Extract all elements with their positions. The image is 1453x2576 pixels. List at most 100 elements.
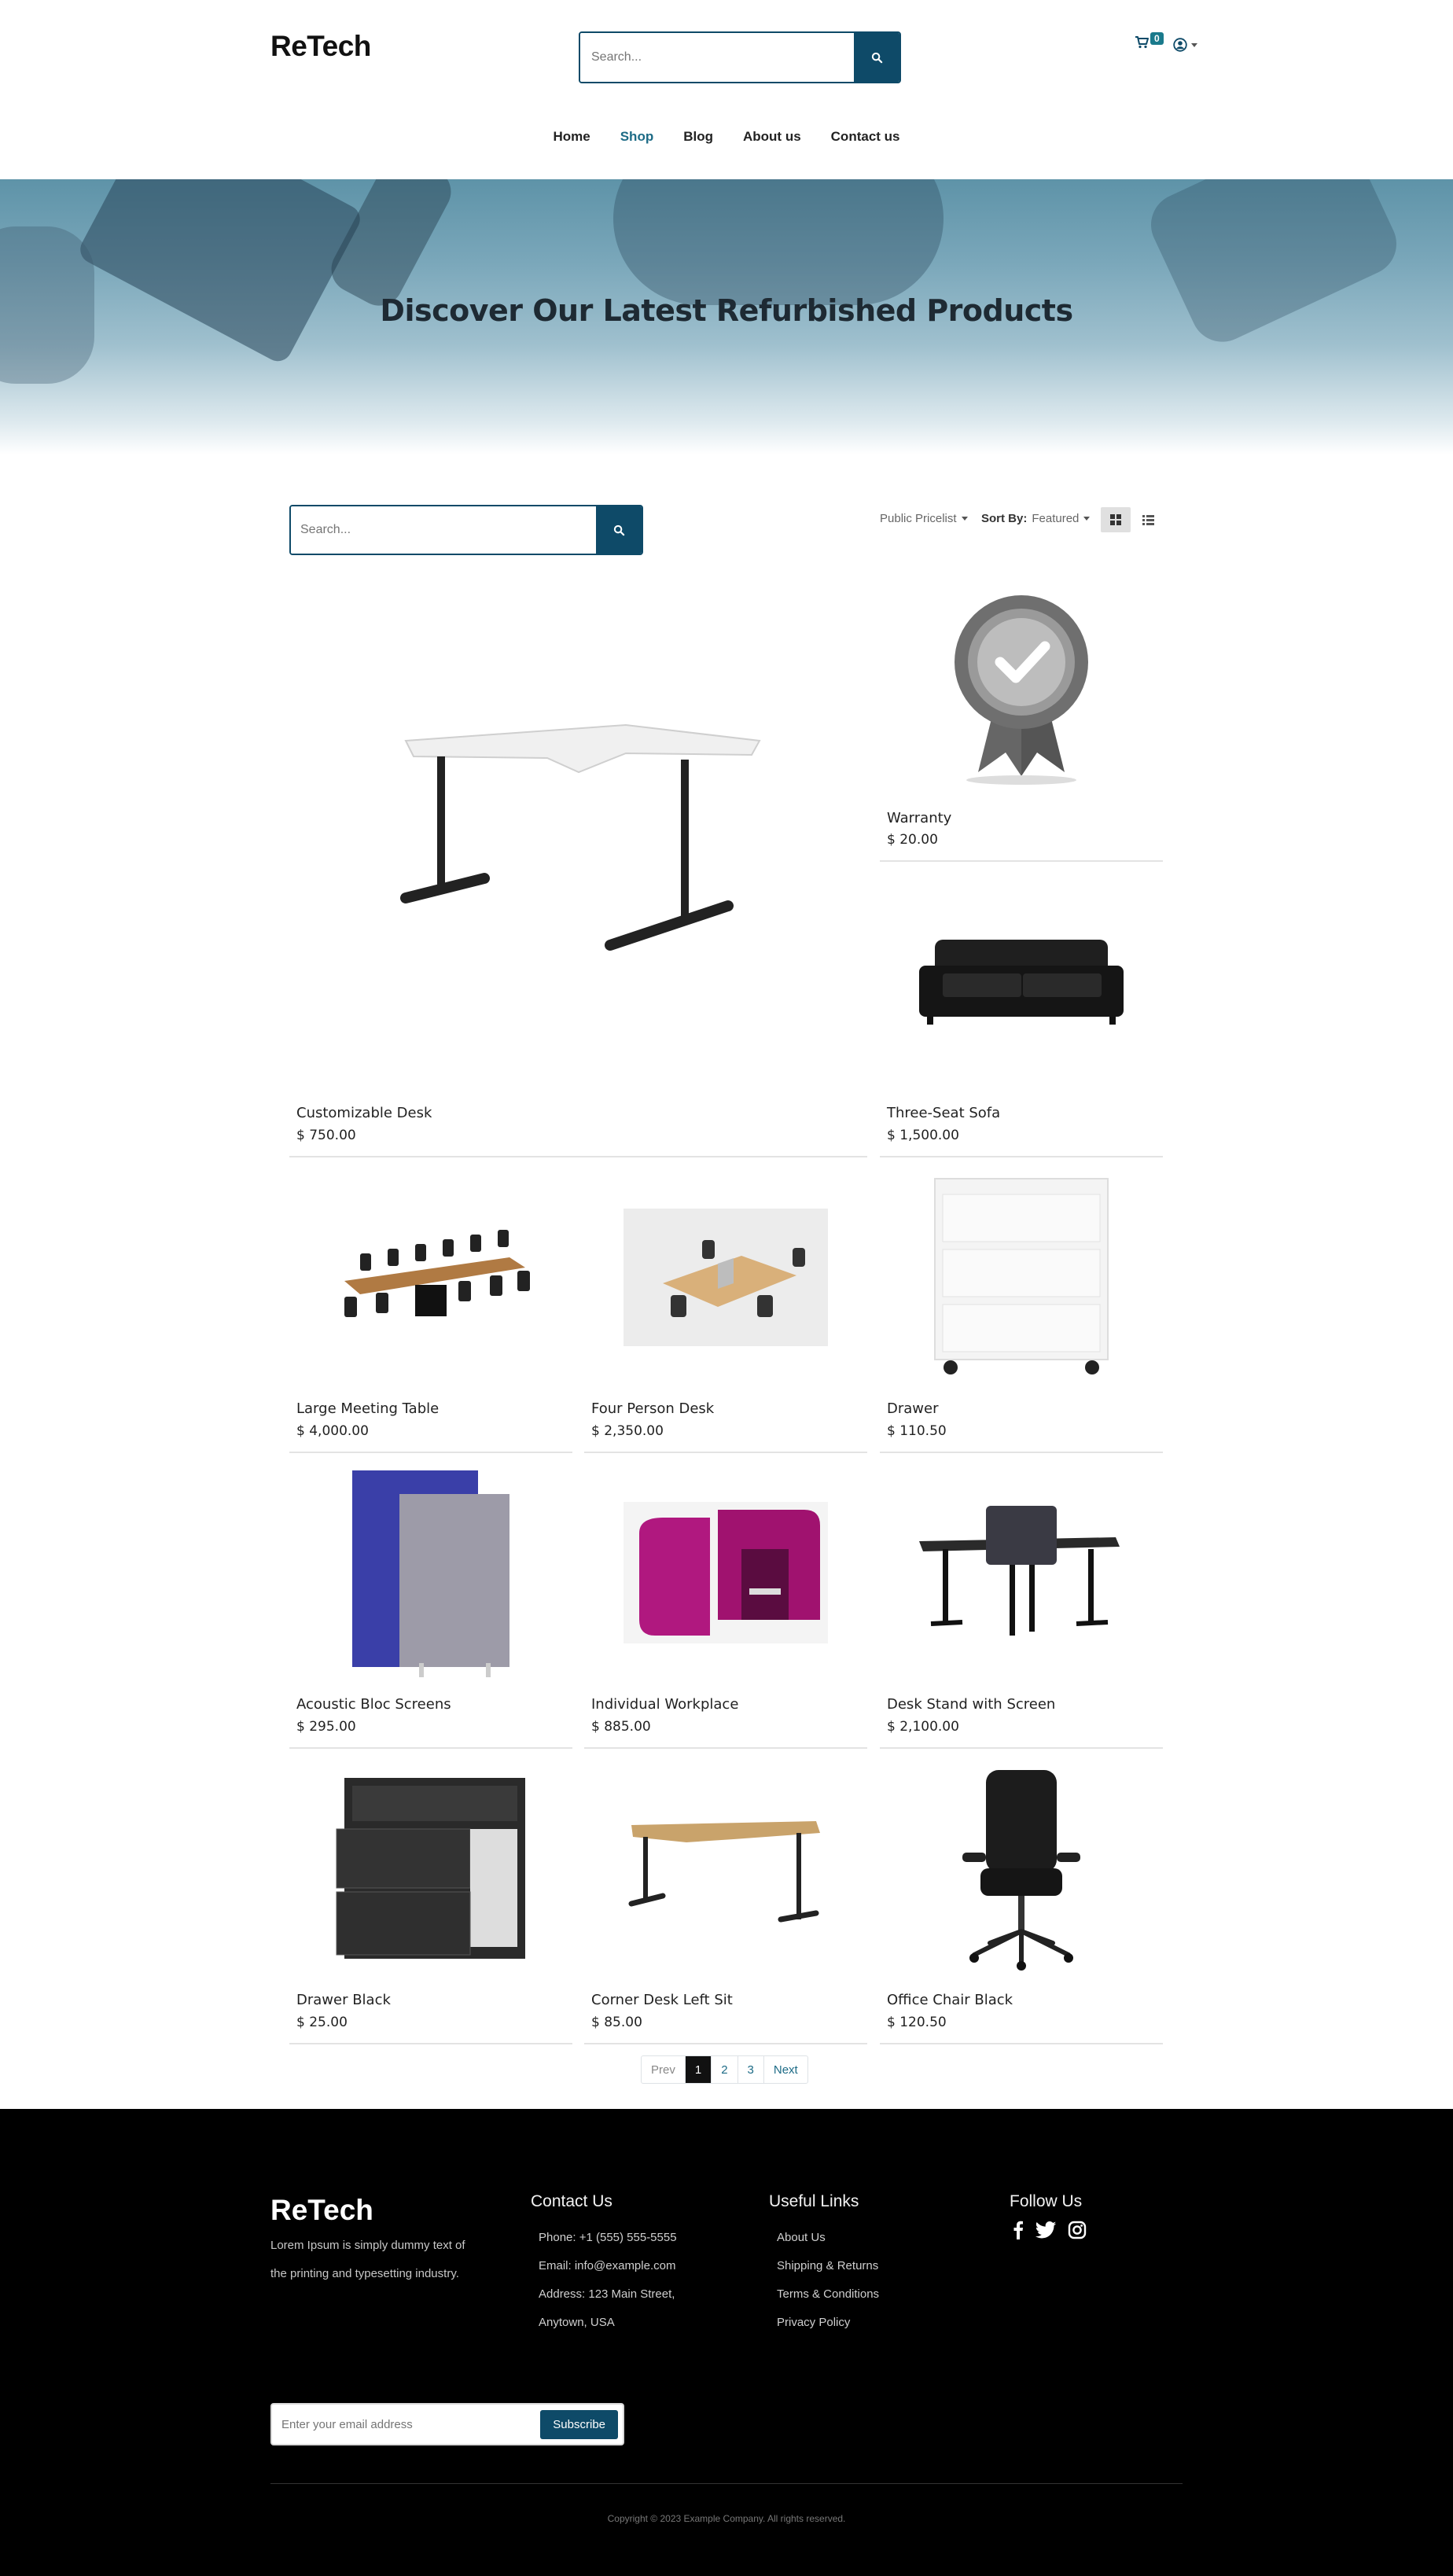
footer-link-about-us[interactable]: About Us: [777, 2224, 879, 2252]
products-search-input[interactable]: [291, 506, 596, 554]
footer-address-line-2: Anytown, USA: [539, 2316, 615, 2329]
top-header: ReTech 0: [0, 0, 1453, 94]
product-name[interactable]: Customizable Desk: [296, 1105, 432, 1121]
pager-page-3[interactable]: 3: [738, 2056, 764, 2083]
cart-button[interactable]: 0: [1135, 32, 1164, 49]
product-price: $ 885.00: [591, 1719, 651, 1735]
footer-about-text: Lorem Ipsum is simply dummy text of the …: [270, 2239, 465, 2280]
pager-page-2[interactable]: 2: [712, 2056, 738, 2083]
footer-follow-heading: Follow Us: [1010, 2192, 1083, 2210]
product-name[interactable]: Warranty: [887, 810, 951, 826]
office-chair-image: [880, 1758, 1163, 1978]
shopping-cart-icon: [1135, 36, 1149, 49]
instagram-icon[interactable]: [1068, 2221, 1087, 2239]
product-name[interactable]: Corner Desk Left Sit: [591, 1992, 733, 2008]
search-icon: [871, 52, 882, 63]
product-card-drawer-black[interactable]: Drawer Black $ 25.00: [289, 1758, 572, 2044]
product-card-customizable-desk[interactable]: Customizable Desk $ 750.00: [289, 576, 867, 1157]
pricelist-dropdown[interactable]: Public Pricelist: [880, 512, 968, 525]
list-icon: [1142, 514, 1154, 525]
grid-view-toggle[interactable]: [1101, 507, 1131, 532]
product-price: $ 4,000.00: [296, 1423, 369, 1439]
pagination: Prev 1 2 3 Next: [641, 2055, 808, 2084]
hero-title: Discover Our Latest Refurbished Products: [380, 293, 1073, 328]
footer-logo[interactable]: ReTech: [270, 2194, 373, 2227]
product-name[interactable]: Three-Seat Sofa: [887, 1105, 1000, 1121]
footer-link-terms-conditions[interactable]: Terms & Conditions: [777, 2280, 879, 2309]
nav-home[interactable]: Home: [553, 129, 590, 145]
newsletter-email-input[interactable]: [281, 2417, 541, 2431]
desk-stand-image: [880, 1463, 1163, 1683]
footer-contact-list: Phone: +1 (555) 555-5555 Email: info@exa…: [539, 2224, 677, 2337]
hero-decor-card: [75, 179, 366, 366]
footer-link-privacy-policy[interactable]: Privacy Policy: [777, 2309, 879, 2337]
sort-value: Featured: [1032, 512, 1080, 525]
product-name[interactable]: Four Person Desk: [591, 1400, 714, 1417]
pager-page-1[interactable]: 1: [685, 2056, 712, 2083]
product-name[interactable]: Individual Workplace: [591, 1696, 738, 1713]
header-search-input[interactable]: [580, 33, 854, 82]
products-search-form: [289, 505, 643, 555]
individual-workplace-image: [584, 1463, 867, 1683]
desk-image: [289, 576, 867, 1095]
product-name[interactable]: Drawer: [887, 1400, 939, 1417]
footer-phone: Phone: +1 (555) 555-5555: [539, 2231, 677, 2244]
product-card-warranty[interactable]: Warranty $ 20.00: [880, 576, 1163, 862]
sort-dropdown[interactable]: Sort By: Featured: [981, 512, 1091, 525]
product-name[interactable]: Acoustic Bloc Screens: [296, 1696, 451, 1713]
header-search-button[interactable]: [854, 33, 899, 82]
product-name[interactable]: Office Chair Black: [887, 1992, 1013, 2008]
brand-logo[interactable]: ReTech: [270, 30, 371, 63]
product-card-acoustic-bloc-screens[interactable]: Acoustic Bloc Screens $ 295.00: [289, 1463, 572, 1749]
product-card-large-meeting-table[interactable]: Large Meeting Table $ 4,000.00: [289, 1167, 572, 1453]
nav-contact-us[interactable]: Contact us: [831, 129, 900, 145]
list-view-toggle[interactable]: [1134, 507, 1162, 532]
product-price: $ 120.50: [887, 2015, 947, 2030]
product-price: $ 750.00: [296, 1128, 356, 1143]
footer-link-shipping-returns[interactable]: Shipping & Returns: [777, 2252, 879, 2280]
drawer-image: [880, 1167, 1163, 1387]
product-name[interactable]: Large Meeting Table: [296, 1400, 439, 1417]
corner-desk-image: [584, 1758, 867, 1978]
sort-label: Sort By:: [981, 512, 1028, 525]
warranty-badge-image: [880, 576, 1163, 796]
social-links: [1013, 2221, 1087, 2239]
acoustic-screens-image: [289, 1463, 572, 1683]
product-price: $ 2,100.00: [887, 1719, 959, 1735]
product-price: $ 1,500.00: [887, 1128, 959, 1143]
product-card-desk-stand-with-screen[interactable]: Desk Stand with Screen $ 2,100.00: [880, 1463, 1163, 1749]
product-name[interactable]: Drawer Black: [296, 1992, 391, 2008]
twitter-icon[interactable]: [1035, 2221, 1057, 2239]
subscribe-button[interactable]: Subscribe: [540, 2409, 618, 2439]
cart-count-badge: 0: [1150, 32, 1164, 45]
footer-divider: [270, 2483, 1183, 2484]
hero-banner: Discover Our Latest Refurbished Products: [0, 179, 1453, 454]
pager-next[interactable]: Next: [764, 2056, 807, 2083]
footer-links-list: About Us Shipping & Returns Terms & Cond…: [777, 2224, 879, 2337]
hero-decor-headphones: [613, 179, 944, 305]
product-card-drawer[interactable]: Drawer $ 110.50: [880, 1167, 1163, 1453]
pager-prev[interactable]: Prev: [642, 2056, 686, 2083]
sofa-image: [880, 871, 1163, 1091]
drawer-black-image: [289, 1758, 572, 1978]
search-icon: [613, 524, 624, 535]
product-card-four-person-desk[interactable]: Four Person Desk $ 2,350.00: [584, 1167, 867, 1453]
site-footer: ReTech Lorem Ipsum is simply dummy text …: [0, 2109, 1453, 2576]
nav-shop[interactable]: Shop: [620, 129, 654, 145]
facebook-icon[interactable]: [1013, 2221, 1024, 2239]
product-card-three-seat-sofa[interactable]: Three-Seat Sofa $ 1,500.00: [880, 871, 1163, 1157]
chevron-down-icon: [1083, 517, 1091, 521]
product-card-office-chair-black[interactable]: Office Chair Black $ 120.50: [880, 1758, 1163, 2044]
product-card-corner-desk-left-sit[interactable]: Corner Desk Left Sit $ 85.00: [584, 1758, 867, 2044]
footer-contact-heading: Contact Us: [531, 2192, 612, 2210]
product-name[interactable]: Desk Stand with Screen: [887, 1696, 1055, 1713]
footer-links-heading: Useful Links: [769, 2192, 859, 2210]
nav-about-us[interactable]: About us: [743, 129, 801, 145]
products-search-button[interactable]: [596, 506, 642, 554]
nav-blog[interactable]: Blog: [683, 129, 713, 145]
user-menu[interactable]: [1173, 38, 1197, 52]
product-card-individual-workplace[interactable]: Individual Workplace $ 885.00: [584, 1463, 867, 1749]
pricelist-value: Public Pricelist: [880, 512, 957, 525]
footer-email[interactable]: Email: info@example.com: [539, 2252, 677, 2280]
chevron-down-icon: [961, 517, 968, 521]
